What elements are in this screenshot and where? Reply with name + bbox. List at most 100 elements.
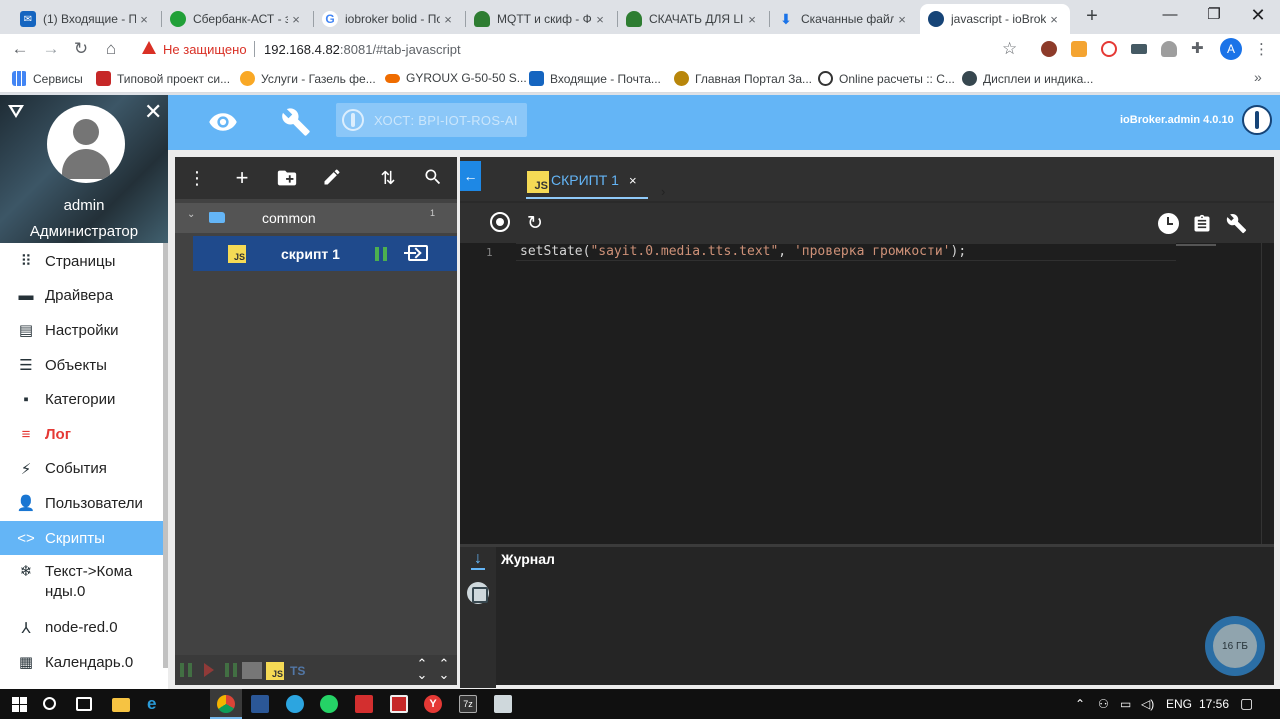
security-label[interactable]: Не защищено <box>163 42 247 57</box>
word-icon[interactable] <box>251 695 269 713</box>
script-item[interactable]: JS скрипт 1 <box>193 236 457 271</box>
bookmark-online[interactable]: Online расчеты :: С... <box>818 71 955 86</box>
download-icon[interactable]: ↓ <box>471 551 485 570</box>
pause-filter-icon[interactable] <box>225 663 237 677</box>
forward-arrow-icon[interactable]: → <box>40 38 62 60</box>
play-filter-icon[interactable] <box>204 663 214 677</box>
telegram-icon[interactable] <box>286 695 304 713</box>
search-button[interactable] <box>422 167 444 189</box>
pause-filter-icon[interactable] <box>180 663 192 677</box>
collapse-all-icon[interactable]: ⌃ ⌄ <box>416 657 428 681</box>
windows-start-icon[interactable] <box>12 697 27 712</box>
chevron-right-icon[interactable]: › <box>661 184 665 199</box>
settings-button[interactable] <box>1225 213 1247 235</box>
javascript-filter-icon[interactable]: JS <box>266 662 284 680</box>
host-selector[interactable]: ХОСТ: BPI-IOT-ROS-AI <box>336 103 527 137</box>
browser-tab-javascript[interactable]: javascript - ioBrok × <box>920 4 1070 34</box>
tray-overflow-icon[interactable]: ⌃ <box>1075 697 1085 711</box>
browser-tab-google[interactable]: G iobroker bolid - По × <box>314 4 464 34</box>
eye-icon[interactable] <box>208 107 238 137</box>
extension-icon[interactable] <box>1161 41 1177 57</box>
tab-close-icon[interactable]: × <box>440 12 456 27</box>
tab-close-icon[interactable]: × <box>744 12 760 27</box>
blockly-filter-icon[interactable] <box>242 662 262 679</box>
code-editor[interactable]: 1 setState("sayit.0.media.tts.text", 'пр… <box>460 243 1274 544</box>
bookmark-star-icon[interactable]: ☆ <box>1002 39 1017 59</box>
sidebar-item-objects[interactable]: ☰ Объекты <box>0 348 163 383</box>
edge-icon[interactable]: e <box>147 695 165 713</box>
extension-icon[interactable] <box>1131 44 1147 54</box>
bookmarks-more-icon[interactable]: » <box>1254 69 1262 85</box>
sidebar-item-events[interactable]: ⚡ События <box>0 452 163 487</box>
extension-icon[interactable] <box>1041 41 1057 57</box>
url-text[interactable]: 192.168.4.82:8081/#tab-javascript <box>264 42 461 57</box>
person-icon[interactable]: ⚇ <box>1098 697 1109 711</box>
back-arrow-icon[interactable]: ← <box>460 161 481 191</box>
tab-close-icon[interactable]: × <box>894 12 910 27</box>
acrobat-icon[interactable] <box>355 695 373 713</box>
home-icon[interactable]: ⌂ <box>100 38 122 60</box>
volume-icon[interactable]: ◁) <box>1141 697 1154 711</box>
chevron-down-icon[interactable]: ⌄ <box>187 209 195 220</box>
minimize-icon[interactable]: — <box>1148 0 1192 30</box>
clear-log-icon[interactable] <box>467 582 489 604</box>
add-script-icon[interactable]: + <box>231 167 253 189</box>
tab-close-icon[interactable]: × <box>629 173 637 188</box>
app-icon[interactable] <box>390 695 408 713</box>
wrench-icon[interactable] <box>281 107 311 137</box>
language-indicator[interactable]: ENG <box>1166 697 1192 711</box>
maximize-icon[interactable]: ❐ <box>1192 0 1236 30</box>
puzzle-icon[interactable]: ✚ <box>1191 39 1207 57</box>
close-sidebar-icon[interactable]: ✕ <box>144 99 162 125</box>
sidebar-item-pages[interactable]: ⠿ Страницы <box>0 244 163 279</box>
tab-close-icon[interactable]: × <box>592 12 608 27</box>
iobroker-menu-icon[interactable] <box>8 105 24 118</box>
expand-all-icon[interactable]: ⌃ ⌄ <box>438 657 450 681</box>
notifications-icon[interactable]: ▢ <box>1240 695 1253 712</box>
pause-icon[interactable] <box>375 247 387 261</box>
open-script-icon[interactable] <box>404 245 428 261</box>
search-icon[interactable] <box>43 697 56 710</box>
bookmark-services[interactable]: Сервисы <box>12 71 83 86</box>
user-avatar[interactable] <box>47 105 125 183</box>
folder-common[interactable]: ⌄ common 1 <box>175 203 457 233</box>
sidebar-item-users[interactable]: 👤 Пользователи <box>0 486 163 521</box>
bookmark-gyroux[interactable]: GYROUX G-50-50 S... <box>385 71 527 85</box>
browser-tab-inbox[interactable]: ✉ (1) Входящие - По × <box>12 4 160 34</box>
restart-icon[interactable]: ↻ <box>524 213 546 235</box>
code-line[interactable]: setState("sayit.0.media.tts.text", 'пров… <box>520 244 966 259</box>
bookmark-project[interactable]: Типовой проект си... <box>96 71 230 86</box>
sidebar-scrollbar[interactable] <box>163 243 168 668</box>
browser-tab-download-linux[interactable]: СКАЧАТЬ ДЛЯ LIN × <box>618 4 768 34</box>
browser-tab-mqtt[interactable]: MQTT и скиф - Фо × <box>466 4 616 34</box>
memory-badge[interactable]: 16 ГБ <box>1205 616 1265 676</box>
clock-icon[interactable] <box>1158 213 1179 234</box>
sidebar-item-scripts[interactable]: <> Скрипты <box>0 520 163 556</box>
profile-avatar[interactable]: A <box>1220 38 1242 60</box>
sidebar-item-adapters[interactable]: ▬ Драйвера <box>0 279 163 314</box>
sidebar-item-settings[interactable]: ▤ Настройки <box>0 313 163 348</box>
sidebar-item-calendar[interactable]: ▦ Календарь.0 <box>0 645 163 680</box>
bookmark-displays[interactable]: Дисплеи и индика... <box>962 71 1093 86</box>
clipboard-button[interactable] <box>1191 213 1213 235</box>
notepad-icon[interactable] <box>494 695 512 713</box>
more-vert-icon[interactable]: ⋮ <box>186 167 208 189</box>
browser-tab-downloads[interactable]: ⬇ Скачанные файлы × <box>770 4 918 34</box>
sidebar-item-node-red[interactable]: ⅄ node-red.0 <box>0 610 163 645</box>
extension-icon[interactable] <box>1071 41 1087 57</box>
address-bar[interactable]: Не защищено 192.168.4.82:8081/#tab-javas… <box>132 35 1032 63</box>
edit-button[interactable] <box>321 167 343 189</box>
code-minimap[interactable] <box>1176 243 1261 544</box>
more-menu-icon[interactable]: ⋮ <box>1254 40 1269 58</box>
add-folder-button[interactable] <box>276 167 298 189</box>
bookmark-mail[interactable]: Входящие - Почта... <box>529 71 661 86</box>
iobroker-logo-icon[interactable] <box>1242 105 1272 135</box>
new-tab-button[interactable]: + <box>1080 4 1104 28</box>
editor-scrollbar[interactable] <box>1261 243 1274 544</box>
7zip-icon[interactable]: 7z <box>459 695 477 713</box>
typescript-filter-icon[interactable]: TS <box>290 664 305 678</box>
extension-icon[interactable] <box>1101 41 1117 57</box>
reload-icon[interactable]: ↻ <box>70 38 92 60</box>
tab-close-icon[interactable]: × <box>136 12 152 27</box>
tab-script-1[interactable]: JS СКРИПТ 1 × <box>526 163 648 199</box>
